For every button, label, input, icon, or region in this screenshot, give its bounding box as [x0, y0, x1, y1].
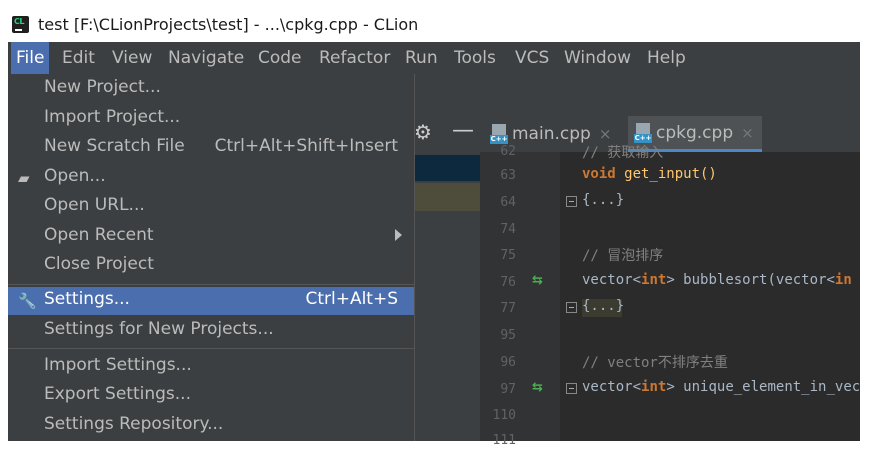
tab-label: cpkg.cpp: [656, 122, 734, 143]
menu-item-new-project[interactable]: New Project...: [8, 75, 414, 103]
menu-item-label: Open...: [44, 166, 106, 186]
menu-item-shortcut: Ctrl+Alt+S: [305, 289, 398, 309]
line-number: 74: [500, 222, 516, 237]
editor-tab-bar: C++ main.cpp × C++ cpkg.cpp ×: [480, 116, 860, 152]
menu-view[interactable]: View: [107, 42, 157, 74]
code-line-76: vector<int> bubblesort(vector<in: [582, 272, 852, 288]
line-number: 97: [500, 382, 516, 397]
menu-separator: [8, 348, 414, 349]
menu-bar: File Edit View Navigate Code Refactor Ru…: [8, 42, 860, 74]
menu-item-settings-new-projects[interactable]: Settings for New Projects...: [8, 317, 414, 345]
close-icon[interactable]: ×: [741, 124, 754, 142]
code-folded-block[interactable]: {...}: [582, 298, 624, 314]
code-folded-block[interactable]: {...}: [582, 192, 624, 208]
line-number: 96: [500, 355, 516, 370]
menu-item-close-project[interactable]: Close Project: [8, 252, 414, 280]
minimize-panel-icon[interactable]: —: [452, 118, 474, 143]
window-title: test [F:\CLionProjects\test] - ...\cpkg.…: [38, 15, 419, 34]
line-number: 64: [500, 195, 516, 210]
line-number: 75: [500, 248, 516, 263]
menu-item-label: Import Settings...: [44, 355, 192, 375]
menu-item-import-project[interactable]: Import Project...: [8, 105, 414, 133]
menu-item-settings[interactable]: 🔧 Settings... Ctrl+Alt+S: [8, 287, 414, 315]
menu-edit[interactable]: Edit: [57, 42, 100, 74]
tab-label: main.cpp: [512, 124, 591, 144]
app-icon-label: CL: [14, 17, 24, 26]
close-icon[interactable]: ×: [599, 125, 612, 143]
menu-navigate[interactable]: Navigate: [163, 42, 249, 74]
line-number: 76: [500, 275, 516, 290]
fold-toggle-icon[interactable]: [566, 302, 577, 313]
file-menu-dropdown: New Project... Import Project... New Scr…: [8, 74, 415, 441]
code-line-97: vector<int> unique_element_in_vec: [582, 379, 861, 395]
menu-item-open[interactable]: ▰ Open...: [8, 164, 414, 192]
submenu-arrow-icon: [395, 229, 402, 241]
folder-icon: ▰: [18, 169, 30, 187]
menu-item-new-scratch-file[interactable]: New Scratch File Ctrl+Alt+Shift+Insert: [8, 134, 414, 162]
menu-item-label: Open URL...: [44, 195, 145, 215]
menu-item-open-url[interactable]: Open URL...: [8, 193, 414, 221]
menu-help[interactable]: Help: [642, 42, 691, 74]
menu-item-label: Settings for New Projects...: [44, 319, 274, 339]
menu-item-export-settings[interactable]: Export Settings...: [8, 382, 414, 410]
menu-item-label: Export Settings...: [44, 384, 191, 404]
menu-item-label: Settings Repository...: [44, 414, 224, 434]
menu-item-open-recent[interactable]: Open Recent: [8, 223, 414, 251]
code-comment: // vector不排序去重: [582, 355, 728, 371]
line-number: 63: [500, 168, 516, 183]
code-comment: // 获取输入: [582, 145, 664, 161]
code-line-63: void get_input(): [582, 166, 717, 182]
cpp-file-icon: C++: [490, 124, 508, 144]
menu-file[interactable]: File: [11, 42, 50, 74]
fold-toggle-icon[interactable]: [566, 196, 577, 207]
wrench-icon: 🔧: [18, 292, 37, 310]
code-comment: // 冒泡排序: [582, 248, 664, 264]
menu-window[interactable]: Window: [559, 42, 636, 74]
menu-item-label: New Scratch File: [44, 136, 185, 156]
project-tree-row: [414, 183, 480, 211]
menu-item-label: New Project...: [44, 77, 161, 97]
line-number: 95: [500, 328, 516, 343]
menu-run[interactable]: Run: [400, 42, 443, 74]
menu-item-label: Close Project: [44, 254, 154, 274]
menu-item-shortcut: Ctrl+Alt+Shift+Insert: [214, 136, 398, 156]
menu-refactor[interactable]: Refactor: [314, 42, 395, 74]
fold-toggle-icon[interactable]: [566, 383, 577, 394]
menu-item-label: Import Project...: [44, 107, 181, 127]
menu-code[interactable]: Code: [253, 42, 307, 74]
line-number: 77: [500, 301, 516, 316]
menu-item-import-settings[interactable]: Import Settings...: [8, 353, 414, 381]
cpp-file-icon: C++: [634, 122, 652, 143]
menu-tools[interactable]: Tools: [449, 42, 501, 74]
line-number: 110: [492, 408, 516, 423]
menu-item-settings-repository[interactable]: Settings Repository...: [8, 412, 414, 440]
override-arrows-icon[interactable]: ⇆: [532, 380, 543, 395]
override-arrows-icon[interactable]: ⇆: [532, 273, 543, 288]
menu-item-label: Settings...: [44, 289, 130, 309]
line-number: 111: [492, 433, 516, 448]
line-number: 62: [500, 144, 516, 159]
menu-item-label: Open Recent: [44, 225, 154, 245]
clion-app-icon: CL: [12, 16, 29, 33]
menu-vcs[interactable]: VCS: [510, 42, 554, 74]
project-tree-selection: [414, 155, 480, 181]
gear-icon[interactable]: ⚙: [414, 120, 432, 144]
menu-separator: [8, 284, 414, 285]
